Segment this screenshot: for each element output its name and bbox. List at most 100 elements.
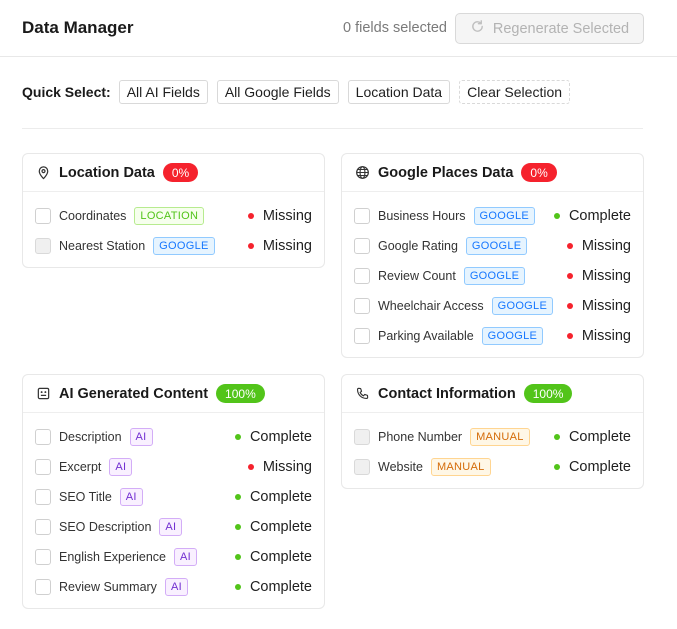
field-name: English Experience [59,550,167,564]
status-label: Complete [568,459,631,475]
source-tag: AI [174,548,198,566]
status-label: Missing [262,208,312,224]
page-title: Data Manager [22,18,134,37]
card-title: Location Data [59,164,155,181]
field-checkbox[interactable] [35,519,51,535]
robot-icon [35,386,51,402]
card-contact-information: Contact Information 100% Phone Number MANUA… [341,374,644,489]
field-row-coordinates: Coordinates LOCATION Missing [23,201,324,231]
field-row-nearest-station: Nearest Station GOOGLE Missing [23,231,324,261]
status-dot-icon [247,213,254,219]
field-name: Review Summary [59,580,157,594]
status-label: Complete [568,208,631,224]
source-tag: AI [164,578,188,596]
card-title: Google Places Data [378,164,514,181]
field-status: Complete [234,422,312,452]
field-status: Complete [234,542,312,572]
regenerate-selected-button[interactable]: Regenerate Selected [455,13,644,44]
status-dot-icon [553,213,560,219]
field-checkbox [354,459,370,475]
field-checkbox[interactable] [354,298,370,314]
clear-selection-button[interactable]: Clear Selection [459,80,571,104]
source-tag: AI [119,488,143,506]
status-label: Missing [262,459,312,475]
field-status: Missing [247,201,312,231]
field-checkbox[interactable] [354,208,370,224]
field-checkbox[interactable] [354,238,370,254]
source-tag: GOOGLE [463,267,526,285]
location-data-button[interactable]: Location Data [347,80,451,104]
status-dot-icon [247,243,254,249]
source-tag: LOCATION [134,207,205,225]
source-tag: AI [159,518,183,536]
field-name: Google Rating [378,239,458,253]
field-checkbox[interactable] [35,489,51,505]
selected-count: 0 fields selected [343,20,447,36]
field-checkbox[interactable] [35,208,51,224]
field-status: Missing [566,321,631,351]
status-dot-icon [553,434,560,440]
field-list: Phone Number MANUAL Complete Website MANUAL C… [342,413,643,486]
field-row-google-rating: Google Rating GOOGLE Missing [342,231,643,261]
field-list: Description AI Complete Excerpt AI Missing SEO… [23,413,324,606]
field-status: Missing [566,291,631,321]
source-tag: MANUAL [430,458,491,476]
field-name: Nearest Station [59,239,146,253]
field-name: SEO Description [59,520,152,534]
status-dot-icon [247,464,254,470]
all-ai-fields-button[interactable]: All AI Fields [118,80,208,104]
status-dot-icon [234,524,241,530]
card-location-data: Location Data 0% Coordinates LOCATION Missin… [22,153,325,268]
field-status: Complete [234,512,312,542]
status-label: Complete [568,429,631,445]
status-label: Missing [262,238,312,254]
status-dot-icon [553,464,560,470]
field-row-wheelchair-access: Wheelchair Access GOOGLE Missing [342,291,643,321]
field-checkbox[interactable] [35,429,51,445]
field-status: Missing [247,231,312,261]
field-list: Business Hours GOOGLE Complete Google Ratin… [342,192,643,355]
all-google-fields-button[interactable]: All Google Fields [216,80,339,104]
field-row-business-hours: Business Hours GOOGLE Complete [342,201,643,231]
source-tag: AI [109,458,133,476]
field-row-review-summary: Review Summary AI Complete [23,572,324,602]
status-label: Missing [581,238,631,254]
quick-select-label: Quick Select: [22,84,111,100]
status-label: Missing [581,268,631,284]
status-dot-icon [234,494,241,500]
status-dot-icon [566,243,573,249]
card-title: Contact Information [378,385,516,402]
field-name: Review Count [378,269,456,283]
status-label: Complete [249,429,312,445]
card-google-places-data: Google Places Data 0% Business Hours GOOGLE… [341,153,644,358]
quick-select-bar: Quick Select: All AI Fields All Google F… [22,80,579,104]
status-label: Complete [249,489,312,505]
field-row-review-count: Review Count GOOGLE Missing [342,261,643,291]
field-status: Missing [566,231,631,261]
field-name: Parking Available [378,329,474,343]
source-tag: GOOGLE [481,327,544,345]
source-tag: GOOGLE [153,237,215,255]
field-checkbox [35,238,51,254]
source-tag: MANUAL [470,428,530,446]
source-tag: AI [129,428,153,446]
phone-icon [354,386,370,402]
status-label: Missing [581,298,631,314]
field-checkbox[interactable] [35,459,51,475]
field-row-description: Description AI Complete [23,422,324,452]
section-divider [22,128,643,129]
field-row-excerpt: Excerpt AI Missing [23,452,324,482]
field-list: Coordinates LOCATION Missing Nearest Statio… [23,192,324,265]
globe-icon [354,165,370,181]
refresh-icon [470,19,485,38]
field-checkbox[interactable] [35,579,51,595]
field-status: Complete [553,452,631,482]
completion-badge: 0% [521,163,557,182]
field-name: Description [59,430,122,444]
card-header: Location Data 0% [23,154,324,192]
field-status: Complete [234,572,312,602]
field-checkbox[interactable] [35,549,51,565]
field-checkbox[interactable] [354,328,370,344]
field-status: Missing [247,452,312,482]
field-checkbox[interactable] [354,268,370,284]
